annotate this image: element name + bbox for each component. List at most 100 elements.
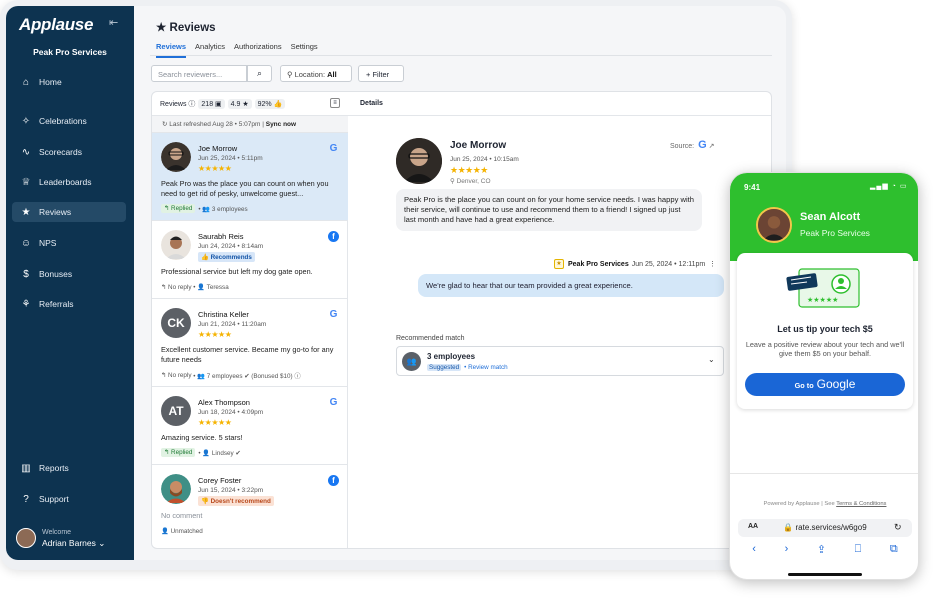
browser-url-bar[interactable]: AA 🔒 rate.services/w6go9 ↻ [738, 519, 912, 537]
sidebar-item-nps[interactable]: ☺ NPS [12, 233, 126, 253]
list-item[interactable]: AT Alex Thompson Jun 18, 2024 • 4:09pm ★… [152, 387, 348, 465]
sidebar-item-leaderboards[interactable]: ♕ Leaderboards [12, 172, 126, 192]
sidebar-item-scorecards[interactable]: ∿ Scorecards [12, 142, 126, 162]
divider [150, 55, 772, 56]
avatar [396, 138, 442, 184]
user-name: Adrian Barnes ⌄ [42, 538, 106, 548]
review-meta: 👤 Unmatched [161, 527, 203, 535]
search-input[interactable]: Search reviewers... [151, 65, 247, 82]
search-icon: ⌕ [256, 68, 263, 78]
terms-link[interactable]: Terms & Conditions [836, 501, 886, 507]
review-date: Jun 15, 2024 • 3:22pm [198, 487, 264, 494]
sidebar-item-label: Celebrations [39, 116, 87, 126]
share-icon[interactable]: ⇪ [817, 543, 826, 556]
avatar [161, 474, 191, 504]
more-icon[interactable]: ⋮ [709, 260, 716, 268]
trophy-icon: ♕ [21, 176, 31, 188]
list-title: Reviews ⓘ [160, 100, 196, 108]
collapse-sidebar-icon[interactable]: ⇤ [109, 16, 118, 29]
review-meta: ↰ No reply • 👥 7 employees ✔ (Bonused $1… [161, 371, 301, 380]
go-to-google-button[interactable]: Go to Google [745, 373, 905, 396]
brand-logo: Applause [19, 15, 94, 34]
review-meta: ↰ No reply • 👤 Teressa [161, 283, 229, 292]
list-item[interactable]: Saurabh Reis Jun 24, 2024 • 8:14am 👍 Rec… [152, 221, 348, 299]
review-date: Jun 25, 2024 • 10:15am [450, 156, 519, 163]
add-filter-button[interactable]: + Filter [358, 65, 404, 82]
tip-description: Leave a positive review about your tech … [745, 340, 905, 358]
avatar [161, 142, 191, 172]
tabs-icon[interactable]: ⧉ [890, 543, 898, 556]
powered-by-text: Powered by Applause | See [763, 501, 835, 507]
suggested-badge: Suggested [427, 364, 462, 371]
org-logo-icon: ★ [554, 259, 564, 269]
reload-icon[interactable]: ↻ [894, 522, 902, 533]
sidebar-item-label: Reviews [39, 207, 72, 217]
handshake-icon: ⚘ [21, 298, 31, 310]
sidebar-item-label: Home [39, 77, 62, 87]
list-item[interactable]: CK Christina Keller Jun 21, 2024 • 11:20… [152, 299, 348, 387]
help-icon: ? [23, 493, 29, 505]
avatar [161, 230, 191, 260]
status-badge: ↰ Replied [161, 204, 196, 213]
sidebar-item-referrals[interactable]: ⚘ Referrals [12, 294, 126, 314]
sidebar-item-reports[interactable]: ▥ Reports [12, 458, 126, 478]
list-item[interactable]: Corey Foster Jun 15, 2024 • 3:22pm 👎 Doe… [152, 465, 348, 548]
review-match-link[interactable]: • Review match [464, 364, 508, 371]
star-rating: ★★★★★ [450, 165, 488, 175]
sidebar-item-label: NPS [39, 238, 57, 248]
recommended-match-dropdown[interactable]: 👥 3 employees Suggested • Review match ⌄ [396, 346, 724, 376]
sidebar-item-celebrations[interactable]: ✧ Celebrations [12, 111, 126, 131]
details-header: Details [348, 92, 771, 116]
rating-badge: 4.9 ★ [227, 98, 252, 109]
chevron-down-icon: ⌄ [708, 355, 715, 364]
google-icon: G [329, 143, 338, 154]
list-item[interactable]: Joe Morrow Jun 25, 2024 • 5:11pm ★★★★★ G… [152, 133, 348, 221]
tip-card: ★★★★★ Let us tip your tech $5 Leave a po… [737, 253, 913, 409]
employee-match: • 👤 Teressa [193, 284, 229, 291]
status-label: ↰ No reply [161, 283, 192, 291]
google-icon: G [329, 397, 338, 408]
bookmarks-icon[interactable]: ⎕ [855, 543, 862, 556]
sidebar-item-support[interactable]: ? Support [12, 489, 126, 509]
star-rating: ★★★★★ [198, 418, 232, 427]
employee-match: 👤 Unmatched [161, 528, 203, 535]
sidebar-item-home[interactable]: ⌂ Home [12, 72, 126, 92]
external-link-icon[interactable]: ↗ [709, 143, 715, 150]
user-menu[interactable]: Welcome Adrian Barnes ⌄ [16, 528, 105, 548]
match-subtitle: Suggested • Review match [427, 364, 508, 371]
pin-icon: ⚲ [287, 70, 293, 79]
reviewer-name: Saurabh Reis [198, 232, 244, 241]
powered-by: Powered by Applause | See Terms & Condit… [730, 501, 918, 507]
recommend-percent-badge: 92% 👍 [254, 98, 286, 109]
back-icon[interactable]: ‹ [752, 543, 756, 556]
divider [730, 473, 918, 474]
forward-icon[interactable]: › [785, 543, 789, 556]
url-text: 🔒 rate.services/w6go9 [783, 523, 867, 532]
sidebar-item-label: Support [39, 494, 69, 504]
reply-text: We're glad to hear that our team provide… [418, 274, 724, 297]
review-meta: ↰ Replied • 👥 3 employees [161, 204, 248, 213]
location-filter[interactable]: ⚲ Location: All [280, 65, 352, 82]
phone-org: Peak Pro Services [800, 228, 870, 238]
reviewer-name: Corey Foster [198, 476, 242, 485]
employee-match: • 👥 7 employees ✔ (Bonused $10) ⓘ [193, 373, 301, 380]
home-icon: ⌂ [22, 76, 30, 88]
sync-now-link[interactable]: Sync now [266, 121, 296, 128]
review-text: No comment [161, 511, 203, 520]
sidebar-item-reviews[interactable]: ★ Reviews [12, 202, 126, 222]
search-button[interactable]: ⌕ [247, 65, 272, 82]
sidebar-item-label: Referrals [39, 299, 74, 309]
source-label: Source: [670, 143, 695, 150]
sidebar-item-bonuses[interactable]: $ Bonuses [12, 264, 126, 284]
location-label: Location: [294, 70, 326, 79]
last-refreshed: ↻ Last refreshed Aug 28 • 5:07pm | [162, 121, 264, 128]
reply-org: Peak Pro Services [568, 260, 629, 268]
review-text: Amazing service. 5 stars! [161, 433, 243, 442]
sort-icon[interactable]: ≡ [330, 98, 340, 108]
review-list: Joe Morrow Jun 25, 2024 • 5:11pm ★★★★★ G… [152, 133, 348, 548]
recommended-match-label: Recommended match [396, 335, 465, 342]
review-count-badge: 218 ▣ [198, 98, 225, 109]
reply-header: ★ Peak Pro Services Jun 25, 2024 • 12:11pm… [554, 259, 716, 269]
review-text: Excellent customer service. Became my go… [161, 345, 334, 364]
avatar: AT [161, 396, 191, 426]
